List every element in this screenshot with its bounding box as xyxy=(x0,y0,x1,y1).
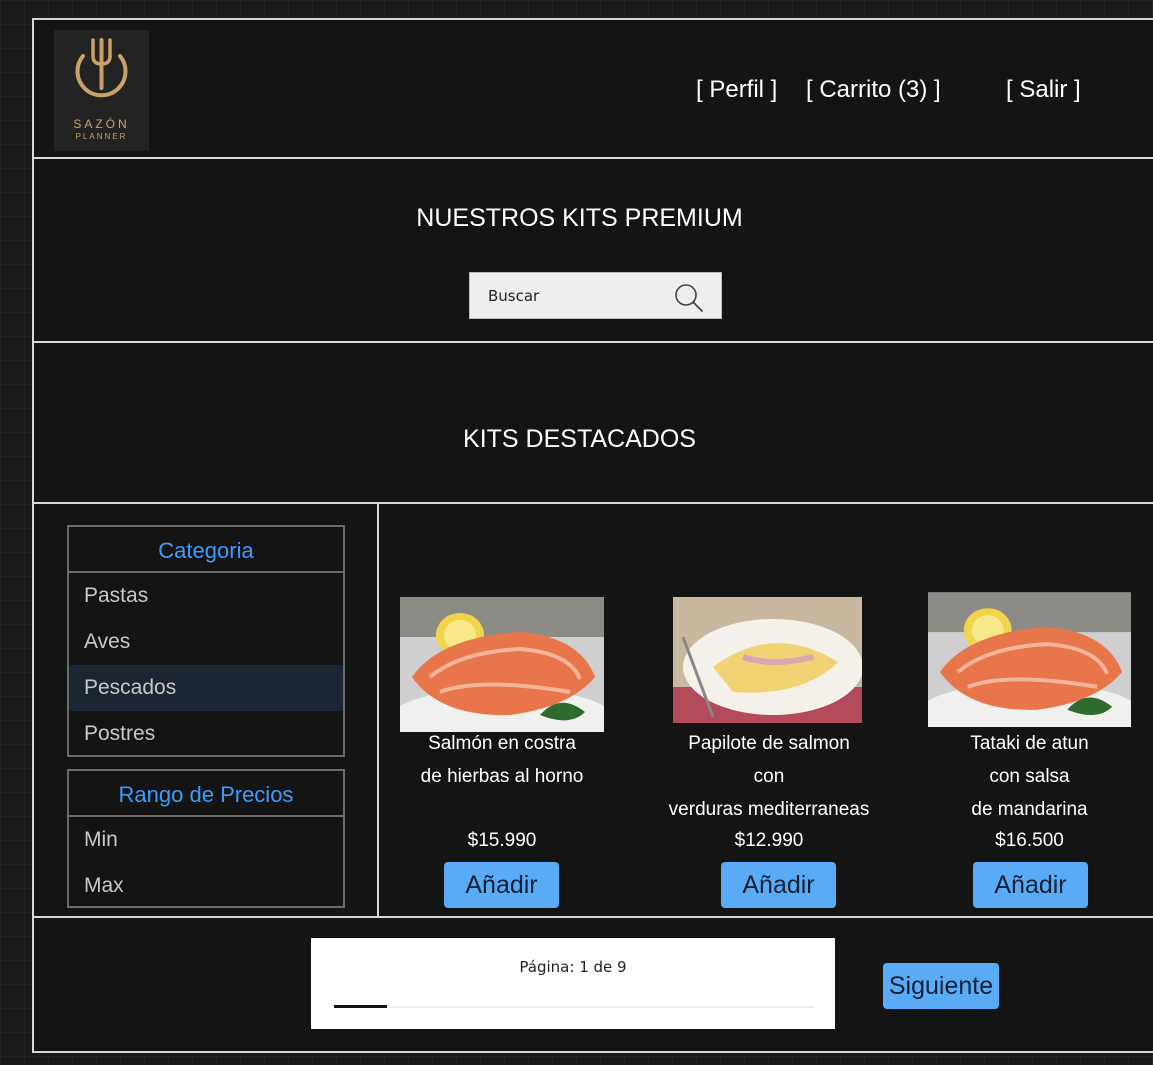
category-filter-title: Categoria xyxy=(69,527,343,573)
category-item-aves[interactable]: Aves xyxy=(69,619,343,665)
brand-name: SAZÓN xyxy=(73,117,130,131)
add-to-cart-button[interactable]: Añadir xyxy=(973,862,1088,908)
search-input[interactable] xyxy=(470,273,670,318)
nav-logout-link[interactable]: [ Salir ] xyxy=(1006,76,1081,104)
search-box xyxy=(469,272,722,319)
brand-tagline: PLANNER xyxy=(75,132,128,141)
page-indicator-label: Página: 1 de 9 xyxy=(519,958,627,976)
product-card: Salmón en costra de hierbas al horno $15… xyxy=(400,504,604,914)
price-max-field[interactable]: Max xyxy=(69,863,343,909)
product-price: $15.990 xyxy=(467,830,537,851)
category-filter: Categoria Pastas Aves Pescados Postres xyxy=(67,525,345,757)
product-name-line: Tataki de atun xyxy=(970,733,1089,754)
price-min-field[interactable]: Min xyxy=(69,817,343,863)
product-image[interactable] xyxy=(928,592,1131,727)
page-frame: SAZÓN PLANNER [ Perfil ] [ Carrito (3) ]… xyxy=(32,18,1153,1053)
product-name-line: verduras mediterraneas xyxy=(668,799,870,820)
category-item-postres[interactable]: Postres xyxy=(69,711,343,757)
product-name-line: de mandarina xyxy=(971,799,1088,820)
price-filter-title: Rango de Precios xyxy=(69,771,343,817)
nav-profile-link[interactable]: [ Perfil ] xyxy=(696,76,777,104)
pagination-section: Página: 1 de 9 Siguiente xyxy=(34,918,1153,1053)
product-name-line: Salmón en costra xyxy=(428,733,576,754)
next-page-button[interactable]: Siguiente xyxy=(883,963,999,1009)
price-filter: Rango de Precios Min Max xyxy=(67,769,345,908)
featured-section: KITS DESTACADOS xyxy=(34,343,1153,504)
sidebar-divider xyxy=(377,504,379,916)
product-name-line: con xyxy=(753,766,785,787)
category-item-pescados[interactable]: Pescados xyxy=(69,665,343,711)
product-name-line: de hierbas al horno xyxy=(420,766,584,787)
product-price: $12.990 xyxy=(734,830,804,851)
product-card: Tataki de atun con salsa de mandarina $1… xyxy=(928,504,1131,914)
add-to-cart-button[interactable]: Añadir xyxy=(444,862,559,908)
featured-title: KITS DESTACADOS xyxy=(463,425,696,453)
category-item-pastas[interactable]: Pastas xyxy=(69,573,343,619)
pagination-indicator: Página: 1 de 9 xyxy=(311,938,835,1029)
product-price: $16.500 xyxy=(995,830,1064,851)
page-progress-track xyxy=(334,1005,814,1008)
product-name-line: Papilote de salmon xyxy=(688,733,850,754)
product-image[interactable] xyxy=(400,597,604,732)
page-progress-fill xyxy=(334,1005,388,1008)
fork-logo-icon xyxy=(75,38,128,98)
brand-logo[interactable]: SAZÓN PLANNER xyxy=(54,30,149,151)
search-icon[interactable] xyxy=(673,282,705,314)
product-image[interactable] xyxy=(673,597,862,723)
add-to-cart-button[interactable]: Añadir xyxy=(721,862,836,908)
header: SAZÓN PLANNER [ Perfil ] [ Carrito (3) ]… xyxy=(34,20,1153,159)
product-name-line: con salsa xyxy=(989,766,1070,787)
nav-cart-link[interactable]: [ Carrito (3) ] xyxy=(806,76,941,104)
hero-title: NUESTROS KITS PREMIUM xyxy=(416,204,743,232)
hero-section: NUESTROS KITS PREMIUM xyxy=(34,159,1153,343)
catalog-section: Categoria Pastas Aves Pescados Postres R… xyxy=(34,504,1153,918)
product-card: Papilote de salmon con verduras mediterr… xyxy=(654,504,884,914)
